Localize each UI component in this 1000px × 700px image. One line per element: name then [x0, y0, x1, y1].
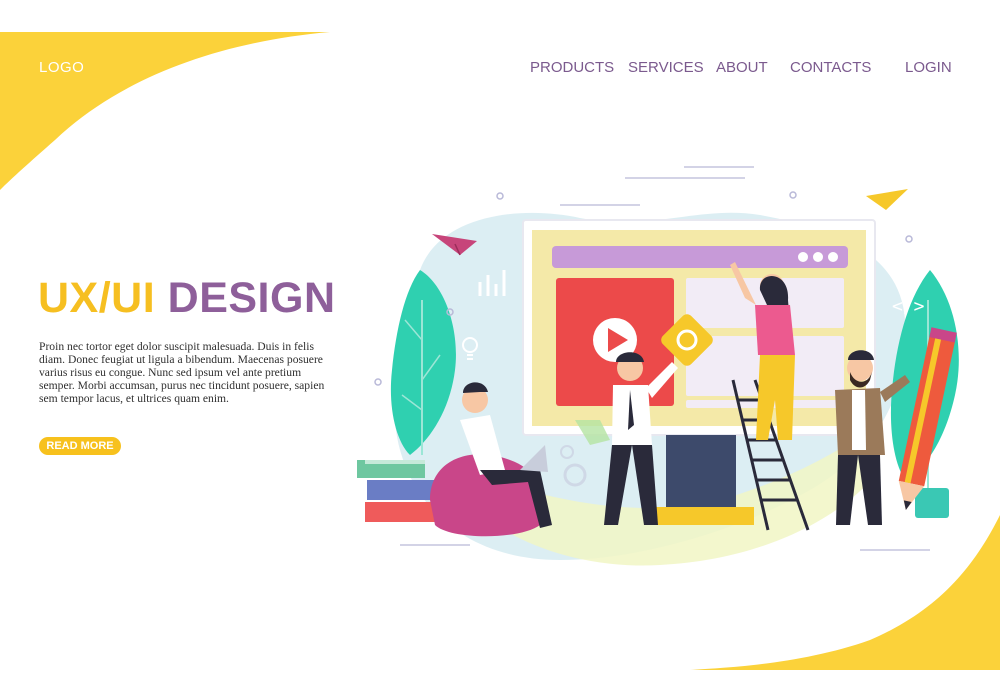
nav-login[interactable]: LOGIN	[905, 59, 952, 76]
hero-title: UX/UI DESIGN	[38, 274, 336, 323]
code-icon: </>	[892, 296, 925, 317]
hero-description: Proin nec tortor eget dolor suscipit mal…	[39, 340, 325, 405]
hero-title-ux: UX/UI	[38, 274, 156, 322]
nav-contacts[interactable]: CONTACTS	[790, 59, 871, 76]
nav-about[interactable]: ABOUT	[716, 59, 768, 76]
nav-services[interactable]: SERVICES	[628, 59, 704, 76]
hero-title-design: DESIGN	[167, 274, 336, 322]
read-more-button[interactable]: READ MORE	[39, 437, 121, 455]
nav-products[interactable]: PRODUCTS	[530, 59, 614, 76]
ux-ui-team-illustration: </>	[357, 166, 959, 566]
paper-plane-yellow	[866, 189, 908, 210]
main-nav: PRODUCTS SERVICES ABOUT CONTACTS LOGIN	[0, 59, 1000, 79]
landing-page: LOGO PRODUCTS SERVICES ABOUT CONTACTS LO…	[0, 0, 1000, 700]
